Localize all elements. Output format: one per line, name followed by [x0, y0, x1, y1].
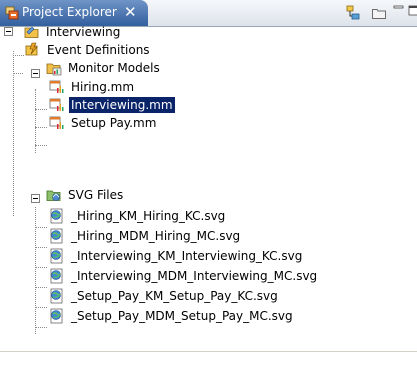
tree-item-label: _Interviewing_KM_Interviewing_KC.svg	[71, 249, 303, 263]
tree-item-label: Hiring.mm	[71, 80, 135, 94]
maximize-icon[interactable]	[408, 3, 417, 20]
tree-bottom-border	[0, 351, 417, 352]
tree-item-label: Interviewing.mm	[69, 97, 175, 113]
tree-guide-line	[13, 55, 24, 56]
tree-guide-line	[35, 307, 47, 308]
monitor-model-file-icon	[49, 97, 65, 113]
project-collapse-toggle[interactable]	[4, 27, 13, 36]
link-with-editor-icon[interactable]	[345, 5, 361, 24]
svg-files-collapse-toggle[interactable]	[31, 194, 40, 203]
project-explorer-icon	[5, 6, 19, 23]
svg-folder-icon	[46, 187, 62, 203]
view-title-bar: Project Explorer ✕	[0, 0, 417, 27]
tree-item-label: _Hiring_MDM_Hiring_MC.svg	[71, 229, 241, 243]
tree-guide-line	[35, 145, 47, 146]
monitor-model-file-icon	[49, 115, 65, 131]
event-definitions-icon	[25, 42, 41, 58]
minimize-icon[interactable]	[393, 3, 405, 20]
tree-guide-line	[35, 267, 47, 268]
tree-item-label: _Setup_Pay_KM_Setup_Pay_KC.svg	[71, 289, 278, 303]
tree-guide-line	[35, 109, 47, 110]
tree-item-label: _Setup_Pay_MDM_Setup_Pay_MC.svg	[71, 309, 293, 323]
monitor-model-file-icon	[49, 79, 65, 95]
monitor-models-collapse-toggle[interactable]	[31, 69, 40, 78]
tree-guide-line	[35, 327, 47, 328]
tree-guide-line	[13, 51, 14, 216]
svg-file-icon	[49, 208, 65, 224]
tree-item-label: Event Definitions	[47, 43, 150, 57]
close-icon[interactable]: ✕	[124, 3, 137, 21]
tree-item-label: Interviewing	[46, 25, 121, 39]
project-explorer-tab[interactable]: Project Explorer ✕	[0, 0, 148, 26]
view-title: Project Explorer	[22, 5, 117, 19]
svg-file-icon	[49, 308, 65, 324]
tree-guide-line	[35, 287, 47, 288]
tree-guide-line	[35, 247, 47, 248]
tree-guide-line	[35, 127, 47, 128]
project-folder-icon	[24, 24, 40, 40]
svg-file-icon	[49, 228, 65, 244]
svg-file-icon	[49, 288, 65, 304]
tree-item-label: SVG Files	[68, 188, 124, 202]
tree-guide-line	[35, 89, 36, 153]
svg-file-icon	[49, 268, 65, 284]
tree-item-label: _Hiring_KM_Hiring_KC.svg	[71, 209, 226, 223]
monitor-models-folder-icon	[46, 60, 62, 76]
svg-file-icon	[49, 248, 65, 264]
project-tree[interactable]: Interviewing Event Definitions Monitor M…	[0, 24, 417, 369]
tree-guide-line	[35, 227, 47, 228]
tree-item-label: Monitor Models	[68, 61, 160, 75]
tree-guide-line	[13, 73, 23, 74]
collapse-all-icon[interactable]	[371, 5, 387, 24]
project-explorer-view: Project Explorer ✕ Interviewing Event De…	[0, 0, 417, 369]
tree-item-label: Setup Pay.mm	[71, 116, 157, 130]
tree-item-label: _Interviewing_MDM_Interviewing_MC.svg	[71, 269, 318, 283]
